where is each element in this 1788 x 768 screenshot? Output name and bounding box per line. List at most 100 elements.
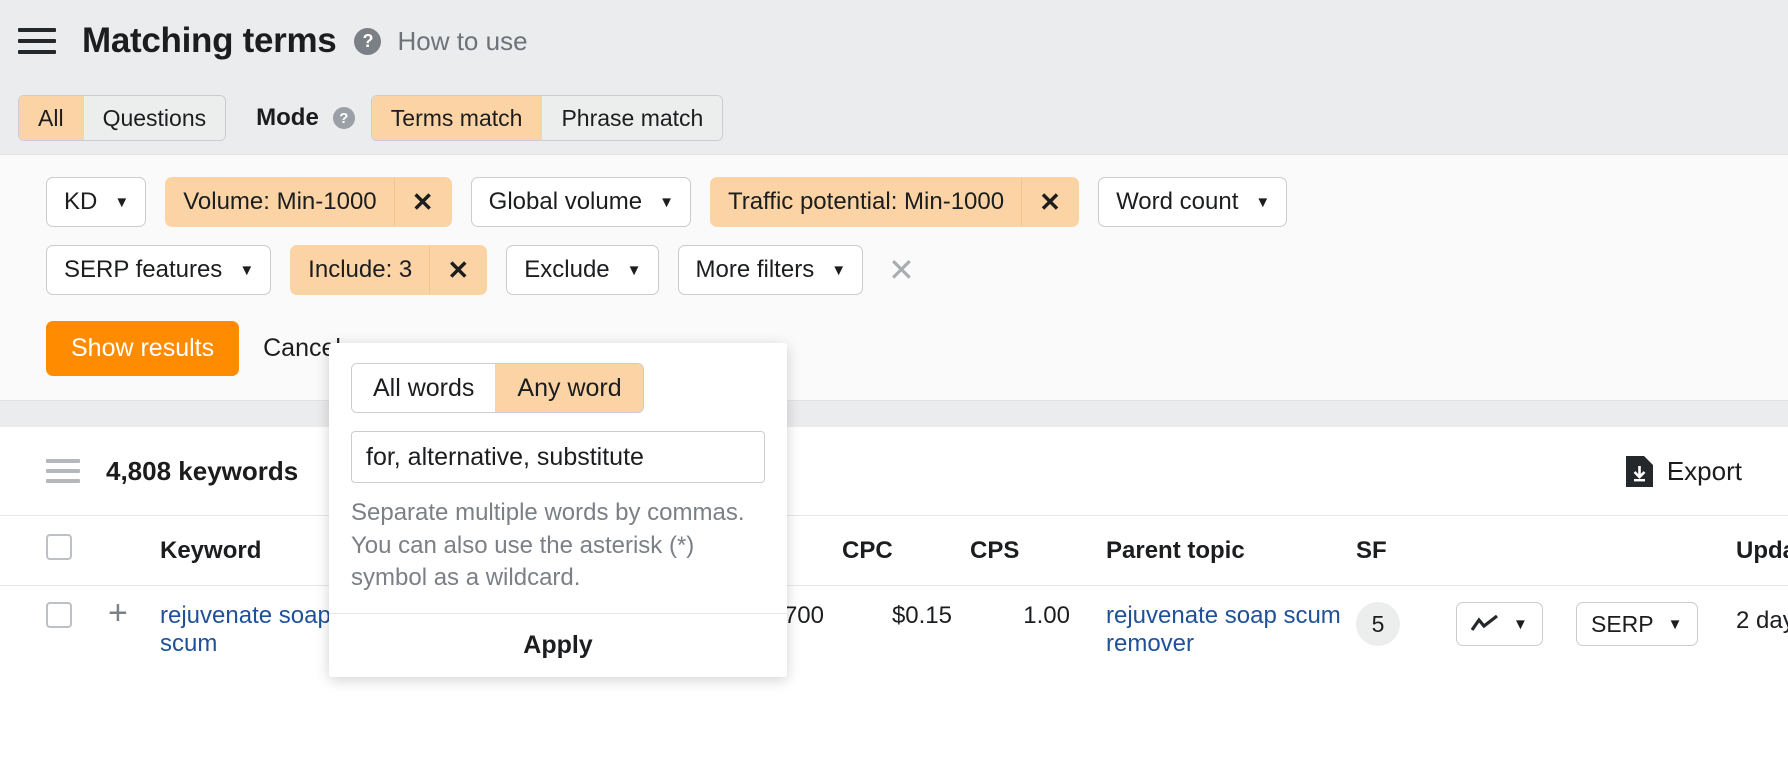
filter-kd[interactable]: KD ▼ bbox=[46, 177, 147, 227]
header-row: Matching terms ? How to use bbox=[0, 0, 1788, 82]
chevron-down-icon: ▼ bbox=[659, 193, 674, 211]
show-results-button[interactable]: Show results bbox=[46, 321, 240, 376]
column-sf[interactable]: SF bbox=[1356, 516, 1456, 586]
tab-phrase-match[interactable]: Phrase match bbox=[542, 96, 723, 140]
hamburger-icon[interactable] bbox=[18, 26, 56, 56]
filter-exclude[interactable]: Exclude ▼ bbox=[506, 245, 659, 295]
filter-volume-clear-icon[interactable]: ✕ bbox=[393, 178, 451, 226]
filter-word-count-label: Word count bbox=[1116, 188, 1239, 215]
help-icon[interactable]: ? bbox=[354, 27, 382, 55]
cell-serp: SERP ▼ bbox=[1576, 586, 1736, 675]
table-header-row: Keyword CPC CPS Parent topic SF Updated bbox=[0, 516, 1788, 586]
hamburger-bar bbox=[18, 50, 56, 54]
row-select-cell bbox=[0, 586, 108, 675]
reset-filters-icon[interactable]: ✕ bbox=[882, 254, 921, 286]
filter-serp-features-label: SERP features bbox=[64, 256, 223, 283]
keyword-count: 4,808 keywords bbox=[106, 455, 299, 486]
hamburger-bar bbox=[18, 28, 56, 32]
include-words-input[interactable] bbox=[351, 431, 765, 483]
select-all-checkbox[interactable] bbox=[46, 534, 72, 560]
column-chart bbox=[1456, 516, 1576, 586]
filter-row-2: SERP features ▼ Include: 3 ✕ Exclude ▼ M… bbox=[0, 245, 1788, 295]
expand-row-icon[interactable]: + bbox=[108, 594, 128, 632]
column-cps[interactable]: CPS bbox=[970, 516, 1088, 586]
filter-serp-features[interactable]: SERP features ▼ bbox=[46, 245, 272, 295]
filter-global-volume[interactable]: Global volume ▼ bbox=[470, 177, 691, 227]
line-chart-icon bbox=[1471, 615, 1498, 631]
filter-row-1: KD ▼ Volume: Min-1000 ✕ Global volume ▼ … bbox=[0, 177, 1788, 227]
column-parent-topic[interactable]: Parent topic bbox=[1088, 516, 1356, 586]
match-mode-toggle[interactable]: Terms match Phrase match bbox=[370, 95, 724, 141]
filter-action-row: Show results Cancel bbox=[0, 321, 1788, 376]
tab-terms-match[interactable]: Terms match bbox=[371, 96, 543, 140]
cell-cpc: $0.15 bbox=[891, 602, 952, 629]
filter-traffic-potential[interactable]: Traffic potential: Min-1000 ✕ bbox=[709, 177, 1080, 227]
tab-all-words[interactable]: All words bbox=[352, 364, 497, 412]
filter-traffic-potential-clear-icon[interactable]: ✕ bbox=[1021, 178, 1078, 226]
download-icon bbox=[1625, 455, 1653, 487]
include-popup-body: All words Any word Separate multiple wor… bbox=[329, 343, 787, 613]
sf-badge: 5 bbox=[1356, 602, 1400, 646]
tab-any-word[interactable]: Any word bbox=[496, 364, 643, 412]
filter-include-clear-icon[interactable]: ✕ bbox=[429, 246, 486, 294]
mode-row: All Questions Mode ? Terms match Phrase … bbox=[0, 82, 1788, 154]
row-checkbox[interactable] bbox=[46, 602, 72, 628]
select-all-cell bbox=[0, 516, 108, 586]
keyword-type-toggle[interactable]: All Questions bbox=[18, 95, 227, 141]
chevron-down-icon: ▼ bbox=[831, 261, 847, 279]
list-bar bbox=[46, 479, 80, 483]
filter-exclude-label: Exclude bbox=[524, 256, 610, 283]
filter-include-label: Include: 3 bbox=[308, 256, 413, 283]
cell-cps: 1.00 bbox=[1023, 602, 1070, 629]
filter-include[interactable]: Include: 3 ✕ bbox=[290, 245, 488, 295]
filter-global-volume-label: Global volume bbox=[488, 188, 643, 215]
column-cpc[interactable]: CPC bbox=[842, 516, 970, 586]
serp-label: SERP bbox=[1591, 610, 1654, 637]
apply-button[interactable]: Apply bbox=[329, 612, 787, 677]
table-head: Keyword CPC CPS Parent topic SF Updated bbox=[0, 516, 1788, 586]
trend-chart-button[interactable]: ▼ bbox=[1456, 602, 1543, 646]
table-body: + rejuvenate soap scum 4 1.0K 1.2K 700 $… bbox=[0, 586, 1788, 675]
serp-button[interactable]: SERP ▼ bbox=[1576, 602, 1698, 646]
tab-questions[interactable]: Questions bbox=[83, 96, 226, 140]
mode-help-icon[interactable]: ? bbox=[332, 107, 355, 129]
hamburger-bar bbox=[18, 39, 56, 43]
updated-text: 2 days bbox=[1736, 607, 1788, 634]
filter-volume[interactable]: Volume: Min-1000 ✕ bbox=[165, 177, 452, 227]
chevron-down-icon: ▼ bbox=[1513, 615, 1528, 633]
export-label: Export bbox=[1666, 455, 1742, 486]
chevron-down-icon: ▼ bbox=[626, 261, 642, 279]
row-expand-cell: + bbox=[108, 586, 160, 675]
table-row[interactable]: + rejuvenate soap scum 4 1.0K 1.2K 700 $… bbox=[0, 586, 1788, 675]
column-updated[interactable]: Updated bbox=[1736, 516, 1788, 586]
tab-all[interactable]: All bbox=[19, 96, 84, 140]
filter-word-count[interactable]: Word count ▼ bbox=[1098, 177, 1288, 227]
cell-updated: 2 days ↻ bbox=[1736, 586, 1788, 675]
cell-sf: 5 bbox=[1356, 586, 1456, 675]
how-to-use-link[interactable]: How to use bbox=[397, 26, 527, 57]
word-match-toggle[interactable]: All words Any word bbox=[351, 363, 644, 413]
include-popup-hint: Separate multiple words by commas. You c… bbox=[351, 499, 745, 592]
results-header: 4,808 keywords Export bbox=[0, 427, 1788, 516]
list-bar bbox=[46, 469, 80, 473]
results-panel: 4,808 keywords Export Keyword CPC CPS Pa… bbox=[0, 427, 1788, 674]
parent-topic-link[interactable]: rejuvenate soap scum remover bbox=[1106, 602, 1341, 657]
keywords-table: Keyword CPC CPS Parent topic SF Updated bbox=[0, 516, 1788, 674]
export-button[interactable]: Export bbox=[1625, 455, 1742, 487]
filter-more-filters-label: More filters bbox=[695, 256, 815, 283]
chevron-down-icon: ▼ bbox=[1255, 193, 1271, 211]
chevron-down-icon: ▼ bbox=[1667, 615, 1683, 633]
column-serp bbox=[1576, 516, 1736, 586]
chevron-down-icon: ▼ bbox=[239, 261, 255, 279]
filter-panel: KD ▼ Volume: Min-1000 ✕ Global volume ▼ … bbox=[0, 154, 1788, 401]
cell-chart: ▼ bbox=[1456, 586, 1576, 675]
cell-parent-topic: rejuvenate soap scum remover bbox=[1088, 586, 1356, 675]
list-icon[interactable] bbox=[46, 458, 80, 484]
page-title: Matching terms bbox=[82, 21, 337, 60]
page-header-area: Matching terms ? How to use All Question… bbox=[0, 0, 1788, 154]
filter-more-filters[interactable]: More filters ▼ bbox=[677, 245, 864, 295]
chevron-down-icon: ▼ bbox=[114, 193, 130, 211]
keyword-link[interactable]: rejuvenate soap scum bbox=[160, 602, 331, 657]
filter-traffic-potential-label: Traffic potential: Min-1000 bbox=[727, 188, 1005, 215]
include-filter-popup: All words Any word Separate multiple wor… bbox=[329, 343, 787, 677]
